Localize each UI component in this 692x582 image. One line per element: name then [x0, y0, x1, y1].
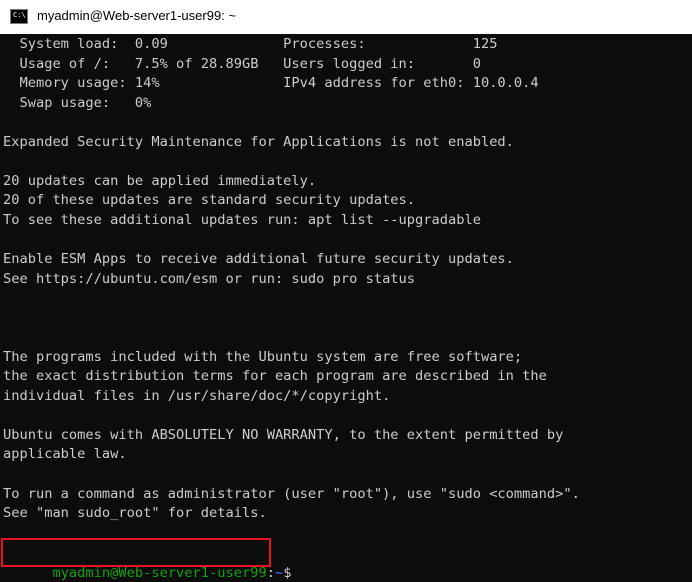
terminal-line: To run a command as administrator (user …: [3, 485, 580, 502]
prompt-highlight-box: [1, 538, 271, 567]
terminal-output[interactable]: System load: 0.09 Processes: 125 Usage o…: [0, 34, 692, 582]
terminal-line: individual files in /usr/share/doc/*/cop…: [3, 387, 391, 404]
prompt-user-host: myadmin@Web-server1-user99: [52, 565, 267, 581]
terminal-line: 20 of these updates are standard securit…: [3, 192, 416, 209]
terminal-line: System load: 0.09 Processes: 125: [3, 36, 498, 52]
terminal-window: C:\ myadmin@Web-server1-user99: ~ System…: [0, 0, 692, 582]
terminal-line: Expanded Security Maintenance for Applic…: [3, 133, 514, 150]
terminal-line: The programs included with the Ubuntu sy…: [3, 348, 523, 365]
window-title: myadmin@Web-server1-user99: ~: [37, 8, 236, 23]
terminal-line: Memory usage: 14% IPv4 address for eth0:…: [3, 75, 539, 92]
terminal-line: Enable ESM Apps to receive additional fu…: [3, 251, 514, 268]
terminal-line: To see these additional updates run: apt…: [3, 211, 481, 228]
terminal-line: Swap usage: 0%: [3, 94, 152, 111]
terminal-line: See "man sudo_root" for details.: [3, 505, 267, 522]
prompt-symbol: $: [283, 565, 292, 581]
terminal-line: applicable law.: [3, 446, 127, 463]
terminal-line: See https://ubuntu.com/esm or run: sudo …: [3, 270, 416, 287]
command-prompt-icon[interactable]: C:\: [10, 9, 28, 24]
terminal-line: the exact distribution terms for each pr…: [3, 368, 547, 385]
command-prompt-icon-label: C:\: [13, 11, 26, 19]
title-bar[interactable]: C:\ myadmin@Web-server1-user99: ~: [0, 0, 692, 34]
terminal-lines: System load: 0.09 Processes: 125 Usage o…: [3, 35, 580, 524]
terminal-line: Ubuntu comes with ABSOLUTELY NO WARRANTY…: [3, 426, 564, 443]
terminal-line: 20 updates can be applied immediately.: [3, 172, 317, 189]
prompt-colon: :: [266, 565, 275, 581]
prompt-path: ~: [274, 565, 284, 581]
terminal-line: Usage of /: 7.5% of 28.89GB Users logged…: [3, 55, 481, 72]
